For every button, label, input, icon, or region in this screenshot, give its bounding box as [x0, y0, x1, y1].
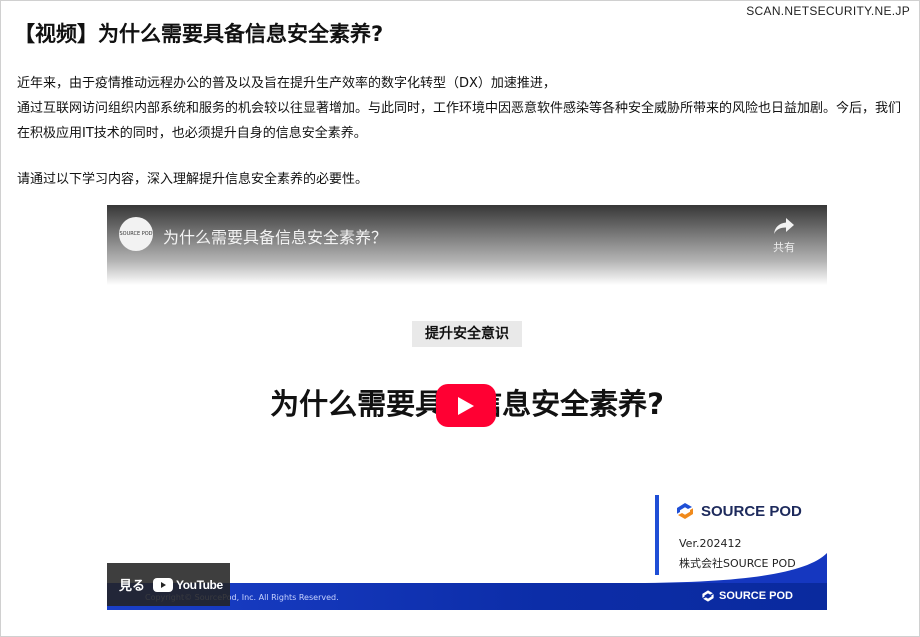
share-arrow-icon — [774, 218, 794, 234]
footer-brand: SOURCE POD — [701, 589, 793, 603]
watch-on-youtube-button[interactable]: 見る YouTube — [107, 563, 230, 606]
slide-version: Ver.202412 — [679, 537, 742, 550]
article-title: 【视频】为什么需要具备信息安全素养? — [14, 22, 384, 46]
article-intro: 近年来，由于疫情推动远程办公的普及以及旨在提升生产效率的数字化转型（DX）加速推… — [17, 71, 907, 146]
article-lead: 请通过以下学习内容，深入理解提升信息安全素养的必要性。 — [17, 172, 369, 187]
brand-name: SOURCE POD — [701, 502, 802, 520]
slide-tag: 提升安全意识 — [412, 321, 522, 347]
source-pod-logo-icon — [677, 503, 693, 519]
intro-paragraph-1: 近年来，由于疫情推动远程办公的普及以及旨在提升生产效率的数字化转型（DX）加速推… — [17, 76, 556, 91]
site-watermark: SCAN.NETSECURITY.NE.JP — [746, 4, 910, 18]
play-icon — [458, 396, 474, 415]
youtube-wordmark: YouTube — [176, 577, 223, 592]
footer-brand-name: SOURCE POD — [719, 590, 793, 602]
play-button[interactable] — [436, 384, 496, 427]
channel-avatar[interactable]: SOURCE POD — [119, 217, 153, 251]
intro-paragraph-2: 通过互联网访问组织内部系统和服务的机会较以往显著增加。与此同时，工作环境中因恶意… — [17, 101, 902, 141]
share-label: 共有 — [773, 241, 795, 254]
footer-logo-icon — [702, 590, 714, 602]
share-button[interactable]: 共有 — [767, 217, 801, 255]
youtube-logo-icon — [153, 577, 174, 592]
brand-logo: SOURCE POD — [675, 501, 802, 521]
youtube-logo: YouTube — [153, 577, 223, 592]
video-title-link[interactable]: 为什么需要具备信息安全素养？ — [163, 224, 387, 248]
watch-on-label: 見る — [119, 579, 146, 594]
video-player[interactable]: SOURCE POD 为什么需要具备信息安全素养？ 共有 提升安全意识 为什么需… — [107, 205, 827, 610]
channel-avatar-text: SOURCE POD — [119, 231, 153, 237]
